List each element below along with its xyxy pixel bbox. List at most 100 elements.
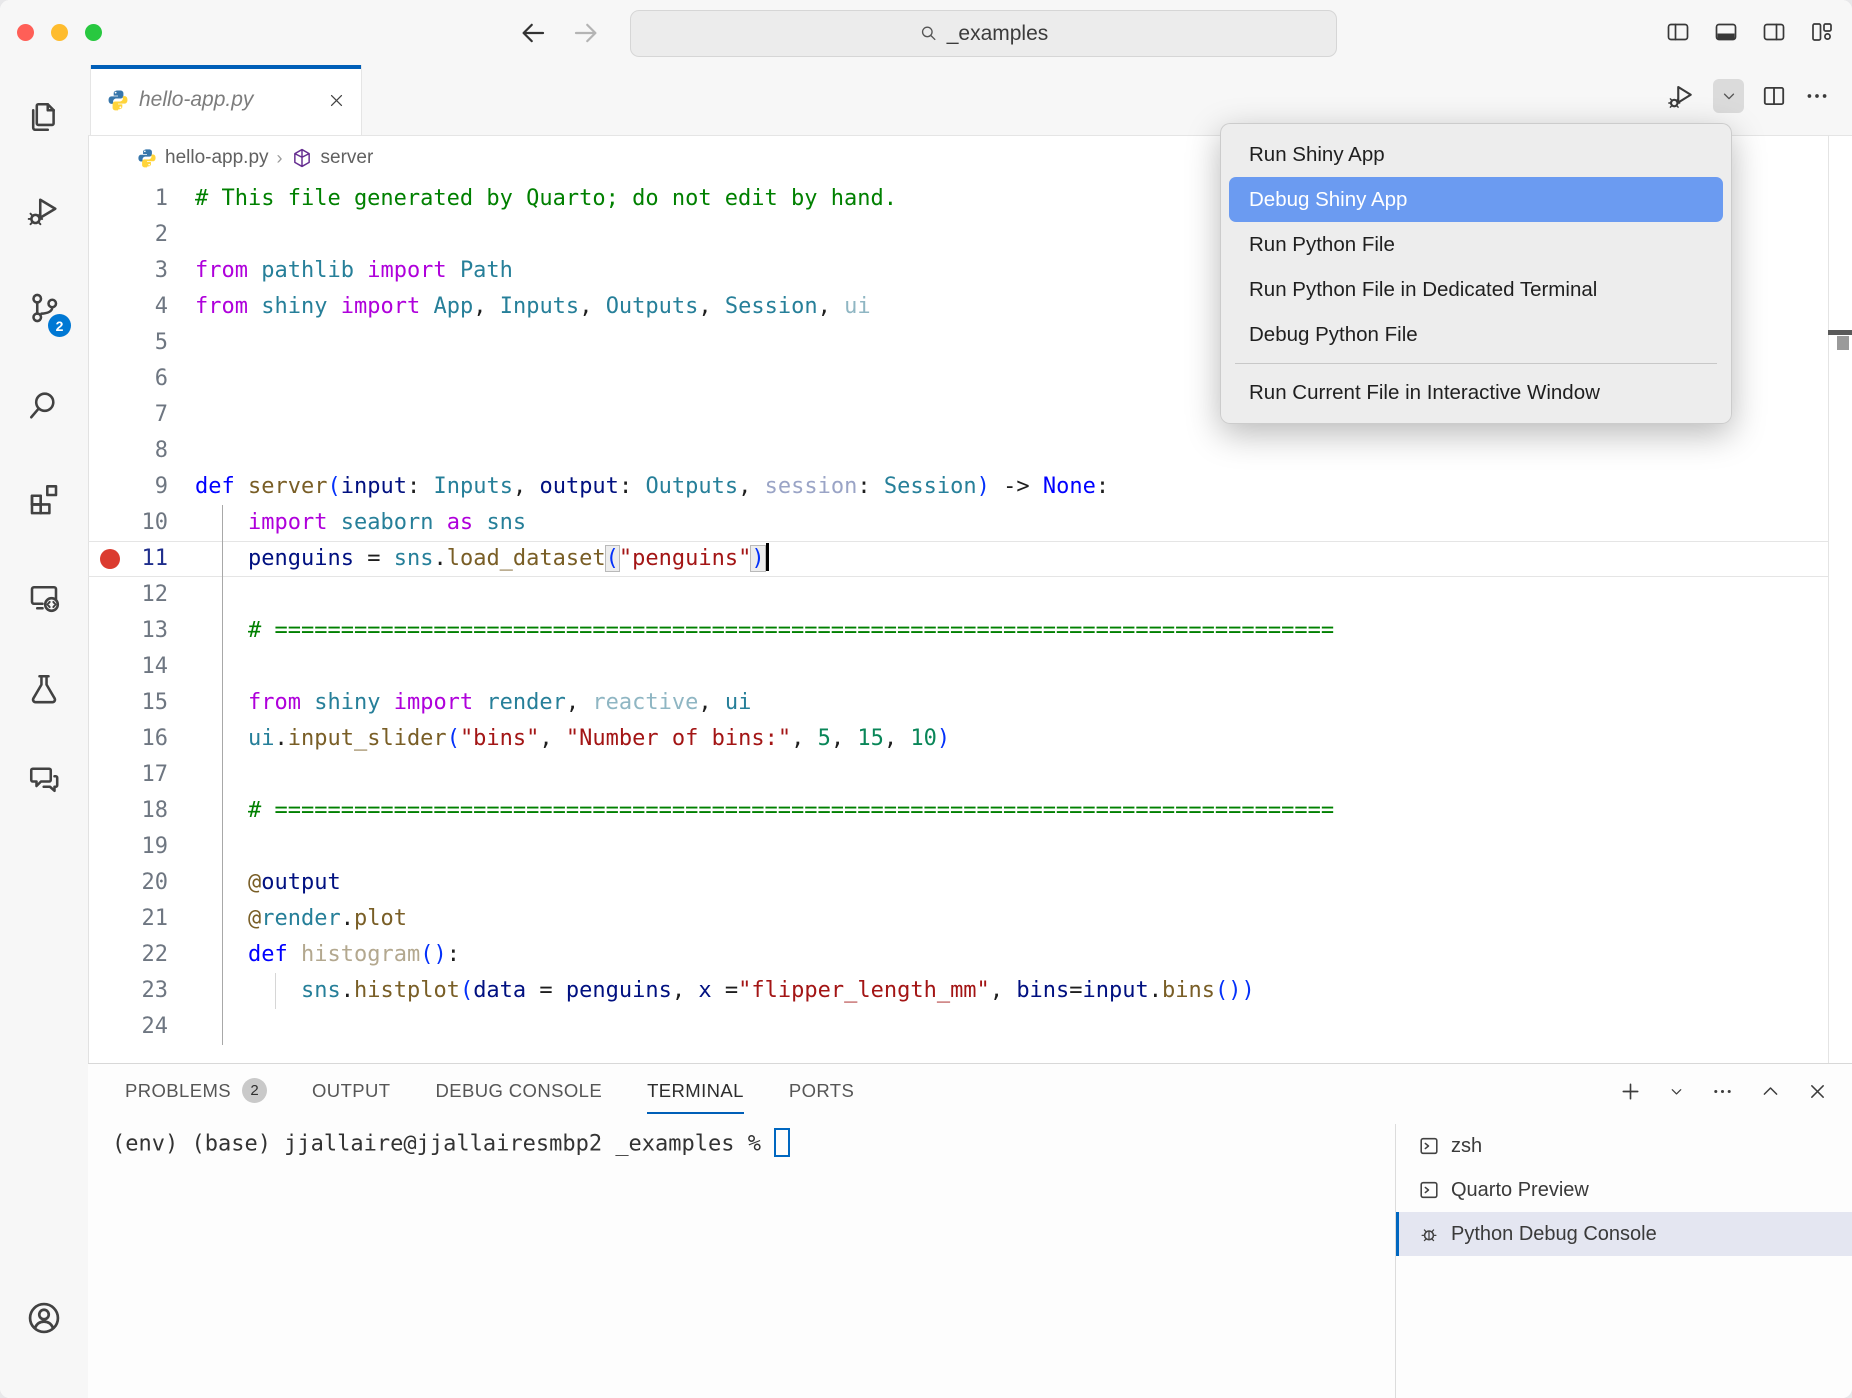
more-actions-icon[interactable] [1804, 83, 1830, 109]
breakpoint-icon[interactable] [100, 549, 120, 569]
terminal-list-item[interactable]: Python Debug Console [1396, 1212, 1852, 1256]
chevron-right-icon: › [277, 148, 283, 169]
panel-tab-terminal[interactable]: TERMINAL [647, 1080, 744, 1114]
sidebar-item-run-debug[interactable] [0, 176, 88, 246]
history-forward-icon[interactable] [571, 18, 601, 48]
panel-tab-bar: PROBLEMS2 OUTPUT DEBUG CONSOLE TERMINAL PORT… [125, 1078, 854, 1115]
panel-tab-problems[interactable]: PROBLEMS2 [125, 1078, 267, 1115]
code-text: from shiny import App, Inputs, Outputs, … [180, 289, 871, 325]
close-panel-icon[interactable] [1807, 1081, 1828, 1102]
command-center-search[interactable]: _examples [630, 10, 1337, 57]
line-number: 8 [88, 433, 180, 469]
terminal-icon [1418, 1135, 1440, 1157]
breadcrumb-file[interactable]: hello-app.py [165, 147, 269, 169]
terminal-profile-chevron-icon[interactable] [1668, 1083, 1685, 1100]
indent-guide [222, 505, 223, 1045]
code-text: ui.input_slider("bins", "Number of bins:… [180, 721, 950, 757]
panel-tab-label: PORTS [789, 1080, 854, 1102]
panel-tab-ports[interactable]: PORTS [789, 1080, 854, 1114]
code-line[interactable]: 15 from shiny import render, reactive, u… [88, 685, 1828, 721]
code-text: @render.plot [180, 901, 407, 937]
line-number: 24 [88, 1009, 180, 1045]
sidebar-item-search[interactable] [0, 371, 88, 441]
terminal-list-item[interactable]: zsh [1396, 1124, 1852, 1168]
breadcrumb-symbol[interactable]: server [321, 147, 374, 169]
code-line[interactable]: 17 [88, 757, 1828, 793]
menu-item[interactable]: Debug Python File [1229, 312, 1723, 357]
maximize-panel-icon[interactable] [1760, 1081, 1781, 1102]
menu-item[interactable]: Debug Shiny App [1229, 177, 1723, 222]
sidebar-item-explorer[interactable] [0, 82, 88, 152]
panel-tab-label: TERMINAL [647, 1080, 744, 1102]
code-line[interactable]: 21 @render.plot [88, 901, 1828, 937]
code-line[interactable]: 13 # ===================================… [88, 613, 1828, 649]
line-number: 10 [88, 505, 180, 541]
terminal-list-label: Python Debug Console [1451, 1223, 1657, 1246]
code-line[interactable]: 16 ui.input_slider("bins", "Number of bi… [88, 721, 1828, 757]
tab-hello-app[interactable]: hello-app.py [90, 65, 362, 135]
toggle-secondary-sidebar-icon[interactable] [1762, 20, 1786, 44]
sidebar-item-source-control[interactable]: 2 [0, 273, 88, 343]
menu-item[interactable]: Run Current File in Interactive Window [1229, 370, 1723, 415]
run-options-dropdown[interactable] [1713, 79, 1744, 113]
code-line[interactable]: 9def server(input: Inputs, output: Outpu… [88, 469, 1828, 505]
toggle-panel-icon[interactable] [1714, 20, 1738, 44]
settings-button[interactable]: 1 [0, 1382, 88, 1398]
code-line[interactable]: 14 [88, 649, 1828, 685]
code-line[interactable]: 23 sns.histplot(data = penguins, x ="fli… [88, 973, 1828, 1009]
text-cursor [766, 543, 769, 571]
breadcrumb: hello-app.py › server [137, 135, 373, 181]
new-terminal-icon[interactable] [1619, 1080, 1642, 1103]
overview-ruler [1828, 135, 1829, 1063]
line-number: 9 [88, 469, 180, 505]
code-line[interactable]: 11 penguins = sns.load_dataset("penguins… [88, 541, 1828, 577]
extensions-icon [26, 480, 62, 516]
symbol-method-icon [291, 147, 313, 169]
menu-item[interactable]: Run Python File [1229, 222, 1723, 267]
code-text: from shiny import render, reactive, ui [180, 685, 751, 721]
code-line[interactable]: 8 [88, 433, 1828, 469]
code-line[interactable]: 10 import seaborn as sns [88, 505, 1828, 541]
code-text: # This file generated by Quarto; do not … [180, 181, 897, 217]
line-number: 6 [88, 361, 180, 397]
line-number: 1 [88, 181, 180, 217]
bottom-panel: PROBLEMS2 OUTPUT DEBUG CONSOLE TERMINAL PORT… [88, 1063, 1852, 1398]
minimize-window-button[interactable] [51, 24, 68, 41]
code-text [180, 829, 195, 865]
history-back-icon[interactable] [518, 18, 548, 48]
account-icon [25, 1299, 63, 1337]
menu-item[interactable]: Run Shiny App [1229, 132, 1723, 177]
terminal-cursor [774, 1128, 790, 1157]
code-line[interactable]: 18 # ===================================… [88, 793, 1828, 829]
close-window-button[interactable] [17, 24, 34, 41]
code-text [180, 217, 195, 253]
maximize-window-button[interactable] [85, 24, 102, 41]
code-text: import seaborn as sns [180, 505, 526, 541]
split-editor-icon[interactable] [1761, 83, 1787, 109]
code-text [180, 325, 195, 361]
debug-run-button[interactable] [1666, 81, 1696, 111]
terminal-list-item[interactable]: Quarto Preview [1396, 1168, 1852, 1212]
panel-tab-debug-console[interactable]: DEBUG CONSOLE [435, 1080, 602, 1114]
menu-item[interactable]: Run Python File in Dedicated Terminal [1229, 267, 1723, 312]
remote-explorer-icon [26, 579, 62, 615]
toggle-primary-sidebar-icon[interactable] [1666, 20, 1690, 44]
sidebar-item-testing[interactable] [0, 654, 88, 724]
customize-layout-icon[interactable] [1810, 20, 1834, 44]
sidebar-item-comments[interactable] [0, 745, 88, 815]
panel-more-actions-icon[interactable] [1711, 1080, 1734, 1103]
activity-bar: 2 [0, 65, 89, 1398]
terminal-output[interactable]: (env) (base) jjallaire@jjallairesmbp2 _e… [112, 1130, 790, 1159]
code-line[interactable]: 24 [88, 1009, 1828, 1045]
bug-icon [1418, 1223, 1440, 1245]
sidebar-item-extensions[interactable] [0, 463, 88, 533]
sidebar-item-remote-explorer[interactable] [0, 562, 88, 632]
panel-tab-output[interactable]: OUTPUT [312, 1080, 390, 1114]
close-tab-icon[interactable] [328, 92, 345, 109]
code-line[interactable]: 20 @output [88, 865, 1828, 901]
code-line[interactable]: 19 [88, 829, 1828, 865]
account-button[interactable] [0, 1283, 88, 1353]
scrollbar-thumb[interactable] [1837, 336, 1849, 350]
code-line[interactable]: 12 [88, 577, 1828, 613]
code-line[interactable]: 22 def histogram(): [88, 937, 1828, 973]
